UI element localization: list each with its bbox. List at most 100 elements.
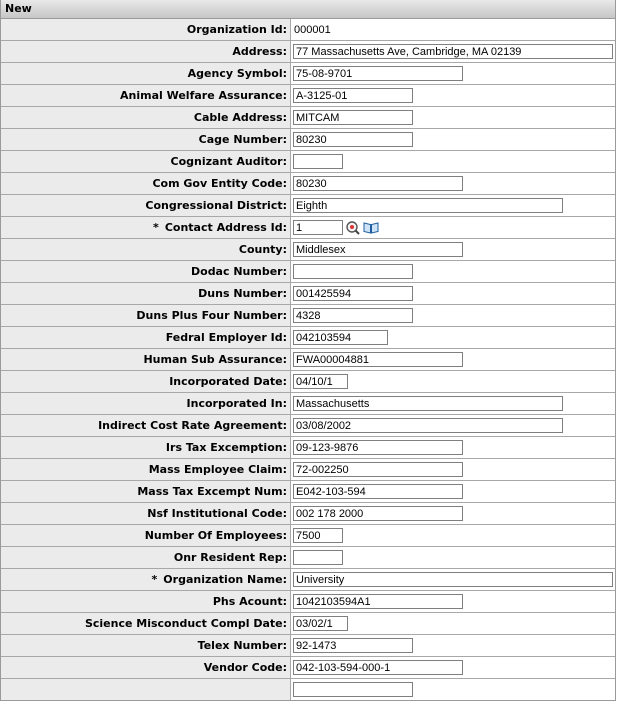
field-label-incorporated-date: Incorporated Date: bbox=[169, 375, 287, 388]
irs-tax-excemption-input[interactable]: 09-123-9876 bbox=[293, 440, 463, 455]
field-label-cell: Telex Number: bbox=[1, 634, 291, 657]
field-label-cell: Onr Resident Rep: bbox=[1, 546, 291, 569]
onr-resident-rep-input[interactable] bbox=[293, 550, 343, 565]
form-row: Incorporated In: Massachusetts bbox=[1, 392, 615, 415]
mass-tax-excempt-num-input[interactable]: E042-103-594 bbox=[293, 484, 463, 499]
form-row: Indirect Cost Rate Agreement: 03/08/2002 bbox=[1, 414, 615, 437]
magnifier-icon[interactable] bbox=[346, 220, 360, 235]
field-label-animal-welfare-assurance: Animal Welfare Assurance: bbox=[120, 89, 287, 102]
telex-number-input[interactable]: 92-1473 bbox=[293, 638, 413, 653]
field-label-cell: * Contact Address Id: bbox=[1, 216, 291, 239]
field-label-cage-number: Cage Number: bbox=[198, 133, 287, 146]
field-value-cell: 03/02/1 bbox=[290, 612, 615, 635]
mass-employee-claim-input[interactable]: 72-002250 bbox=[293, 462, 463, 477]
field-label-science-misconduct-compl-date: Science Misconduct Compl Date: bbox=[84, 617, 287, 630]
field-label-human-sub-assurance: Human Sub Assurance: bbox=[143, 353, 287, 366]
form-row: Cognizant Auditor: bbox=[1, 150, 615, 173]
field-label-duns-number: Duns Number: bbox=[198, 287, 287, 300]
field-value-cell: 042-103-594-000-1 bbox=[290, 656, 615, 679]
dodac-number-input[interactable] bbox=[293, 264, 413, 279]
field-value-cell: 80230 bbox=[290, 128, 615, 151]
field-label-nsf-institutional-code: Nsf Institutional Code: bbox=[147, 507, 287, 520]
organization-form-panel: New Organization Id: 000001 Address: 77 Mas… bbox=[0, 0, 616, 701]
cognizant-auditor-input[interactable] bbox=[293, 154, 343, 169]
field-value-cell: 92-1473 bbox=[290, 634, 615, 657]
form-row: Congressional District: Eighth bbox=[1, 194, 615, 217]
field-value-cell: 042103594 bbox=[290, 326, 615, 349]
field-label-organization-id: Organization Id: bbox=[186, 23, 287, 36]
required-marker: * bbox=[153, 221, 159, 234]
form-row: Mass Employee Claim: 72-002250 bbox=[1, 458, 615, 481]
form-row: Com Gov Entity Code: 80230 bbox=[1, 172, 615, 195]
field-label-cell: Vendor Code: bbox=[1, 656, 291, 679]
panel-title: New bbox=[5, 2, 32, 15]
fedral-employer-id-input[interactable]: 042103594 bbox=[293, 330, 388, 345]
form-row: Cage Number: 80230 bbox=[1, 128, 615, 151]
agency-symbol-input[interactable]: 75-08-9701 bbox=[293, 66, 463, 81]
field-label-cell: Animal Welfare Assurance: bbox=[1, 84, 291, 107]
form-row: Agency Symbol: 75-08-9701 bbox=[1, 62, 615, 85]
form-row: Irs Tax Excemption: 09-123-9876 bbox=[1, 436, 615, 459]
book-icon[interactable] bbox=[363, 221, 379, 234]
human-sub-assurance-input[interactable]: FWA00004881 bbox=[293, 352, 463, 367]
vendor-code-input[interactable]: 042-103-594-000-1 bbox=[293, 660, 463, 675]
cable-address-input[interactable]: MITCAM bbox=[293, 110, 413, 125]
nsf-institutional-code-input[interactable]: 002 178 2000 bbox=[293, 506, 463, 521]
form-row: Human Sub Assurance: FWA00004881 bbox=[1, 348, 615, 371]
field-value-cell: 72-002250 bbox=[290, 458, 615, 481]
form-row: Incorporated Date: 04/10/1 bbox=[1, 370, 615, 393]
organization-id-value: 000001 bbox=[294, 24, 331, 36]
field-label-mass-tax-excempt-num: Mass Tax Excempt Num: bbox=[137, 485, 287, 498]
field-value-cell: 4328 bbox=[290, 304, 615, 327]
field-label-county: County: bbox=[238, 243, 287, 256]
blank-input[interactable] bbox=[293, 682, 413, 697]
form-row: * Organization Name: University bbox=[1, 568, 615, 591]
county-input[interactable]: Middlesex bbox=[293, 242, 463, 257]
field-value-cell: University bbox=[290, 568, 615, 591]
incorporated-date-input[interactable]: 04/10/1 bbox=[293, 374, 348, 389]
incorporated-in-input[interactable]: Massachusetts bbox=[293, 396, 563, 411]
duns-number-input[interactable]: 001425594 bbox=[293, 286, 413, 301]
field-label-contact-address-id: Contact Address Id: bbox=[164, 221, 287, 234]
cage-number-input[interactable]: 80230 bbox=[293, 132, 413, 147]
field-value-cell: 77 Massachusetts Ave, Cambridge, MA 0213… bbox=[290, 40, 615, 63]
field-label-cell: Number Of Employees: bbox=[1, 524, 291, 547]
phs-acount-input[interactable]: 1042103594A1 bbox=[293, 594, 463, 609]
form-row: Nsf Institutional Code: 002 178 2000 bbox=[1, 502, 615, 525]
field-label-phs-acount: Phs Acount: bbox=[212, 595, 287, 608]
field-label-cell: Mass Employee Claim: bbox=[1, 458, 291, 481]
science-misconduct-compl-date-input[interactable]: 03/02/1 bbox=[293, 616, 348, 631]
field-label-com-gov-entity-code: Com Gov Entity Code: bbox=[152, 177, 287, 190]
form-row: Onr Resident Rep: bbox=[1, 546, 615, 569]
field-label-cell: Address: bbox=[1, 40, 291, 63]
field-label-cell: Dodac Number: bbox=[1, 260, 291, 283]
contact-address-id-input[interactable]: 1 bbox=[293, 220, 343, 235]
field-label-cell: Agency Symbol: bbox=[1, 62, 291, 85]
form-row bbox=[1, 678, 615, 700]
indirect-cost-rate-agreement-input[interactable]: 03/08/2002 bbox=[293, 418, 563, 433]
form-row: Phs Acount: 1042103594A1 bbox=[1, 590, 615, 613]
animal-welfare-assurance-input[interactable]: A-3125-01 bbox=[293, 88, 413, 103]
address-input[interactable]: 77 Massachusetts Ave, Cambridge, MA 0213… bbox=[293, 44, 613, 59]
number-of-employees-input[interactable]: 7500 bbox=[293, 528, 343, 543]
field-value-cell: 04/10/1 bbox=[290, 370, 615, 393]
field-value-cell: 000001 bbox=[290, 19, 615, 41]
field-value-cell: FWA00004881 bbox=[290, 348, 615, 371]
field-label-cognizant-auditor: Cognizant Auditor: bbox=[170, 155, 287, 168]
field-value-cell: 002 178 2000 bbox=[290, 502, 615, 525]
form-row: * Contact Address Id: 1 bbox=[1, 216, 615, 239]
form-row: Animal Welfare Assurance: A-3125-01 bbox=[1, 84, 615, 107]
com-gov-entity-code-input[interactable]: 80230 bbox=[293, 176, 463, 191]
required-marker: * bbox=[151, 573, 158, 586]
form-row: Number Of Employees: 7500 bbox=[1, 524, 615, 547]
field-label-organization-name: Organization Name: bbox=[163, 573, 287, 586]
duns-plus-four-number-input[interactable]: 4328 bbox=[293, 308, 413, 323]
field-value-cell: Massachusetts bbox=[290, 392, 615, 415]
field-label-cell: Indirect Cost Rate Agreement: bbox=[1, 414, 291, 437]
field-label-mass-employee-claim: Mass Employee Claim: bbox=[148, 463, 287, 476]
form-row: Science Misconduct Compl Date: 03/02/1 bbox=[1, 612, 615, 635]
field-value-cell: Eighth bbox=[290, 194, 615, 217]
field-label-cell bbox=[1, 678, 291, 700]
congressional-district-input[interactable]: Eighth bbox=[293, 198, 563, 213]
organization-name-input[interactable]: University bbox=[293, 572, 613, 587]
